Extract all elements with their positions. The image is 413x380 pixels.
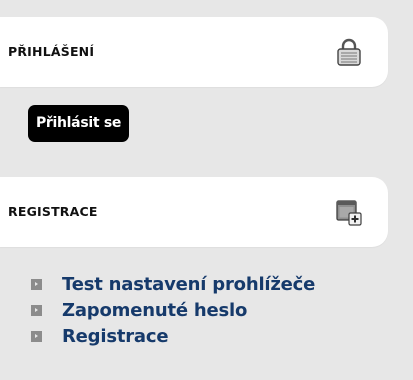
forgotten-password-link[interactable]: Zapomenuté heslo: [62, 300, 247, 321]
arrow-bullet-icon: [31, 304, 42, 316]
login-section-title: PŘIHLÁŠENÍ: [8, 44, 95, 59]
registration-link[interactable]: Registrace: [62, 326, 169, 347]
list-item: Test nastavení prohlížeče: [31, 271, 315, 297]
list-item: Zapomenuté heslo: [31, 297, 315, 323]
list-item: Registrace: [31, 323, 315, 349]
add-window-icon: [336, 198, 362, 226]
link-list: Test nastavení prohlížeče Zapomenuté hes…: [31, 271, 315, 349]
arrow-bullet-icon: [31, 330, 42, 342]
padlock-icon: [336, 38, 362, 66]
sidebar-panel: PŘIHLÁŠENÍ Přihlásit se REGISTRACE Test …: [0, 0, 413, 380]
login-section-header: PŘIHLÁŠENÍ: [0, 17, 388, 87]
browser-test-link[interactable]: Test nastavení prohlížeče: [62, 274, 315, 295]
register-section-header: REGISTRACE: [0, 177, 388, 247]
login-button[interactable]: Přihlásit se: [28, 105, 129, 142]
arrow-bullet-icon: [31, 278, 42, 290]
register-section-title: REGISTRACE: [8, 204, 98, 219]
